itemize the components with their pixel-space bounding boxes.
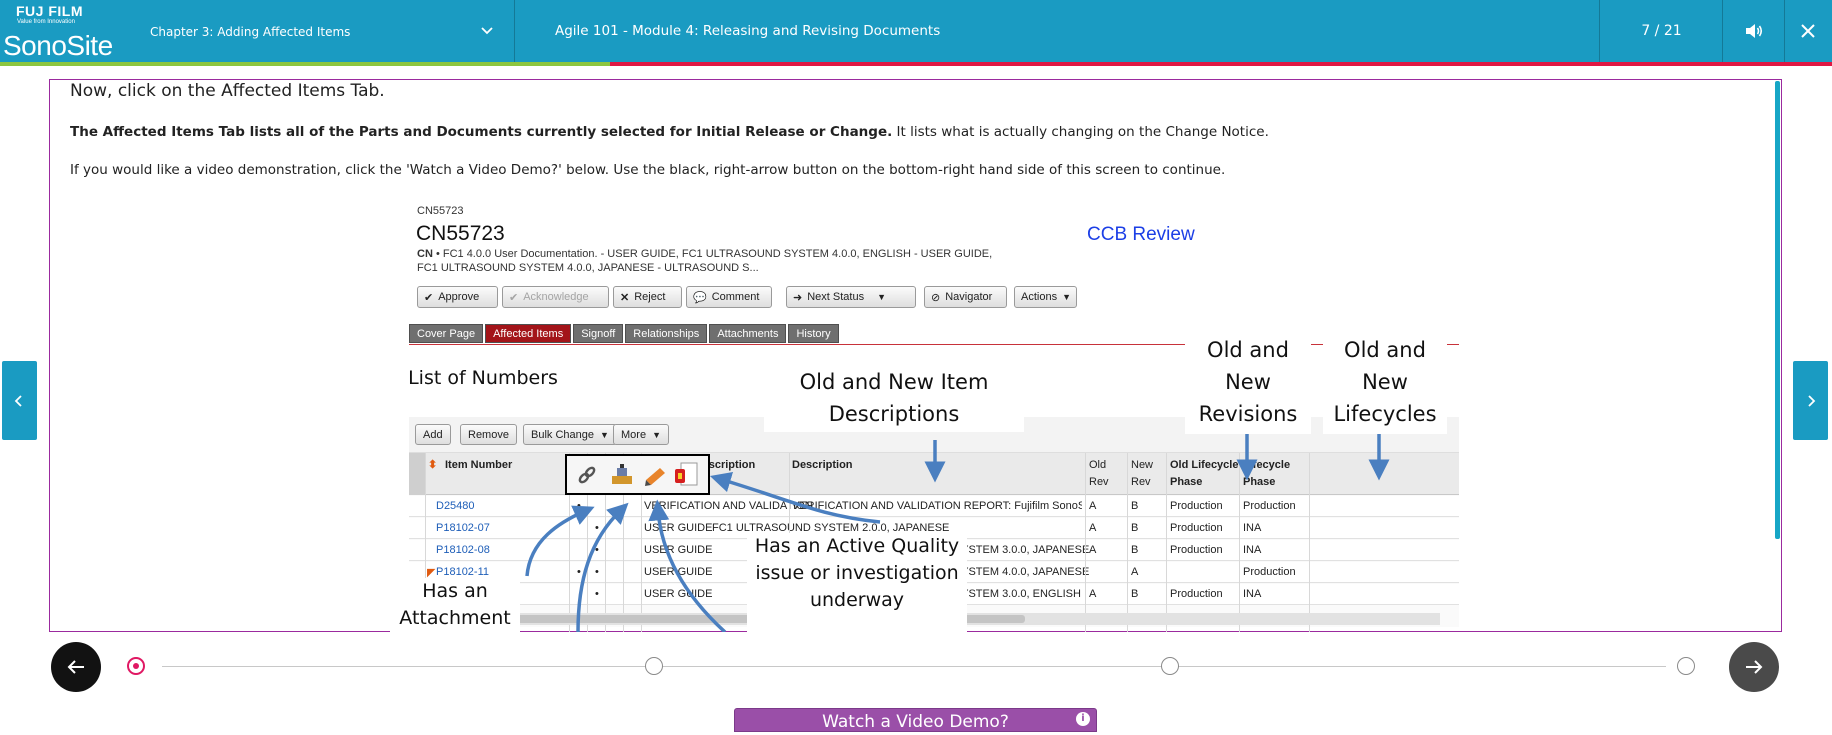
speaker-icon [1746, 24, 1763, 38]
affected-items-screenshot: CN55723 CN55723 CN • FC1 4.0.0 User Docu… [390, 200, 1462, 632]
step-2-dot[interactable] [645, 657, 663, 675]
step-4-dot[interactable] [1677, 657, 1695, 675]
logo-brand: FUJ FILM [16, 3, 83, 19]
chevron-right-icon [1808, 395, 1816, 407]
close-button[interactable] [1785, 0, 1832, 62]
intro-paragraph: The Affected Items Tab lists all of the … [70, 124, 1269, 140]
next-button[interactable] [1729, 642, 1779, 692]
fujifilm-sonosite-logo: FUJ FILM Value from Innovation SonoSite [0, 0, 113, 62]
step-track [162, 666, 1666, 667]
previous-side-button[interactable] [2, 361, 37, 440]
arrow-right-icon [1746, 660, 1763, 674]
callout-arrows [525, 434, 1390, 632]
intro-text: It lists what is actually changing on th… [892, 124, 1269, 140]
previous-button[interactable] [51, 642, 101, 692]
close-icon [1801, 24, 1815, 38]
page-heading: Now, click on the Affected Items Tab. [70, 81, 385, 101]
step-1-dot[interactable] [127, 657, 145, 675]
logo-tagline: Value from Innovation [17, 19, 75, 25]
arrow-edit-icon [648, 499, 727, 632]
arrow-attachment-icon [525, 505, 595, 577]
chevron-left-icon [14, 395, 22, 407]
course-title: Agile 101 - Module 4: Releasing and Revi… [555, 23, 941, 39]
chevron-down-icon [481, 27, 493, 35]
next-side-button[interactable] [1793, 361, 1828, 440]
arrow-workflow-icon [576, 502, 629, 632]
step-current-indicator [133, 663, 139, 669]
course-progress-fill [0, 62, 611, 66]
logo-product: SonoSite [3, 30, 113, 61]
volume-button[interactable] [1723, 0, 1785, 62]
top-bar: FUJ FILM Value from Innovation SonoSite … [0, 0, 1832, 62]
page-counter: 7 / 21 [1641, 23, 1682, 39]
info-icon: i [1076, 712, 1090, 726]
arrow-quality-icon [709, 471, 881, 524]
divider [514, 0, 515, 62]
chapter-dropdown[interactable]: Chapter 3: Adding Affected Items [98, 0, 513, 62]
step-3-dot[interactable] [1161, 657, 1179, 675]
arrow-left-icon [67, 660, 84, 674]
instruction-paragraph: If you would like a video demonstration,… [70, 162, 1226, 178]
content-scrollbar[interactable] [1775, 81, 1780, 539]
chapter-label: Chapter 3: Adding Affected Items [150, 25, 351, 39]
intro-bold-text: The Affected Items Tab lists all of the … [70, 124, 893, 140]
video-demo-label: Watch a Video Demo? [822, 712, 1009, 732]
watch-video-demo-button[interactable]: Watch a Video Demo? i [734, 708, 1097, 732]
